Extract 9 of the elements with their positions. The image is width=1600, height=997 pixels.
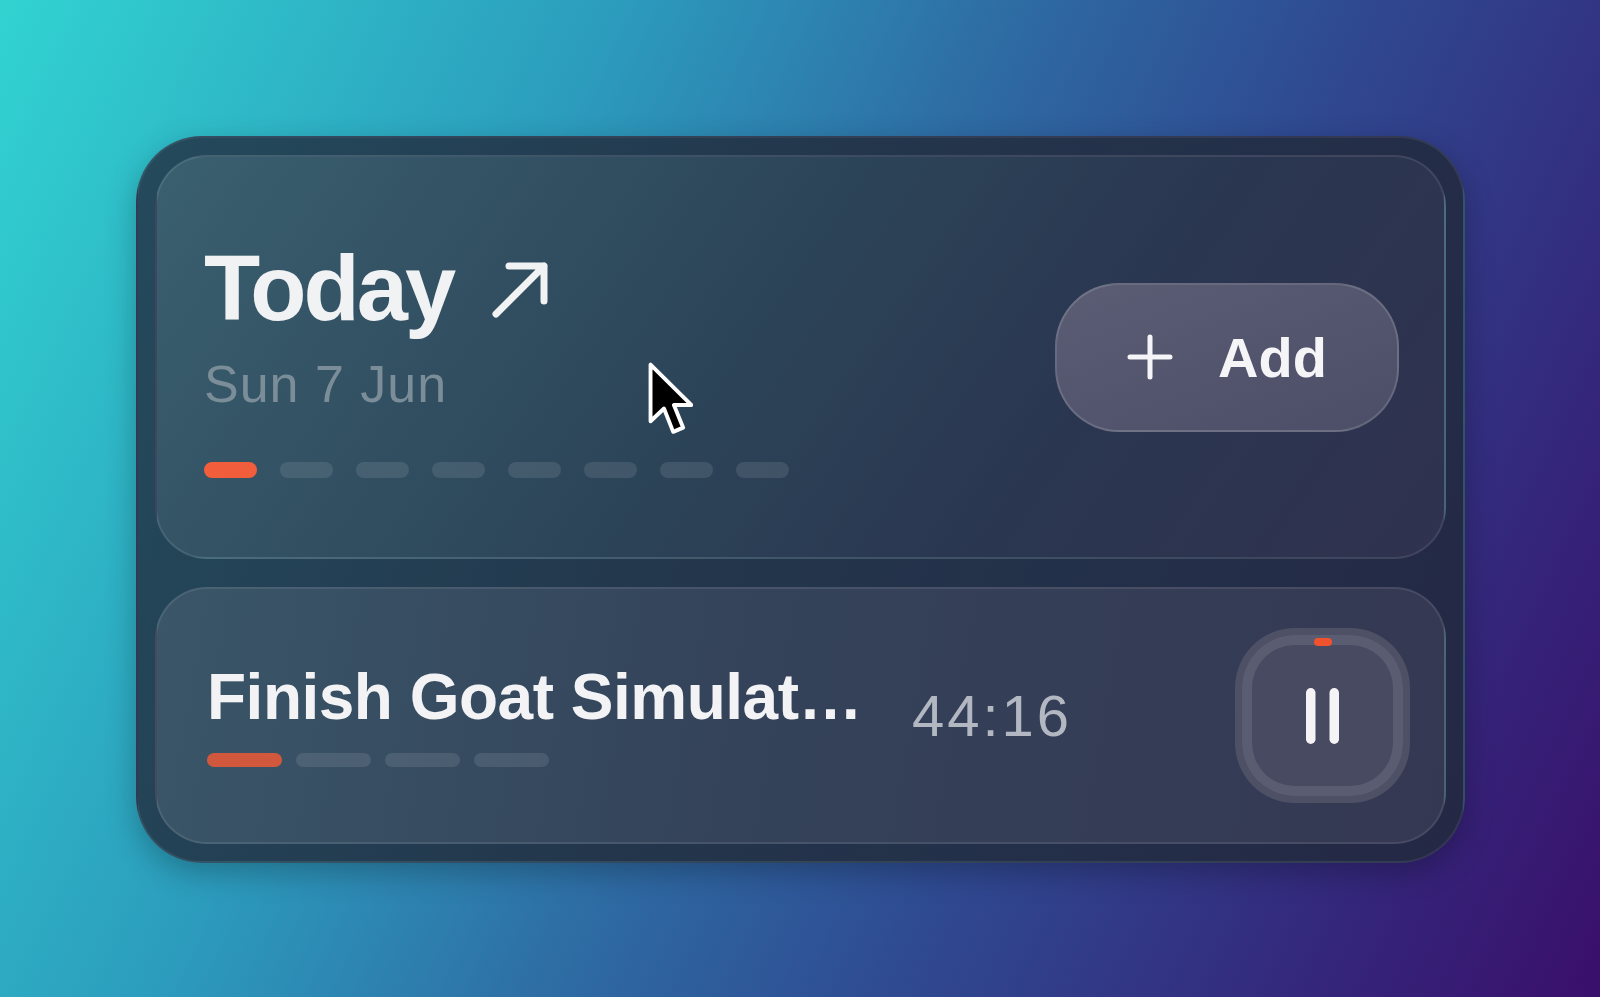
- progress-marker-icon: [1313, 638, 1332, 647]
- task-title: Finish Goat Simulat…: [207, 664, 862, 729]
- add-button[interactable]: Add: [1055, 282, 1399, 432]
- date-label: Sun 7 Jun: [204, 358, 448, 411]
- pause-icon: [1306, 687, 1339, 744]
- timer-label: 44:16: [911, 686, 1073, 745]
- plus-icon: [1127, 334, 1174, 381]
- arrow-up-right-icon[interactable]: [491, 261, 550, 320]
- pause-button[interactable]: [1235, 628, 1410, 804]
